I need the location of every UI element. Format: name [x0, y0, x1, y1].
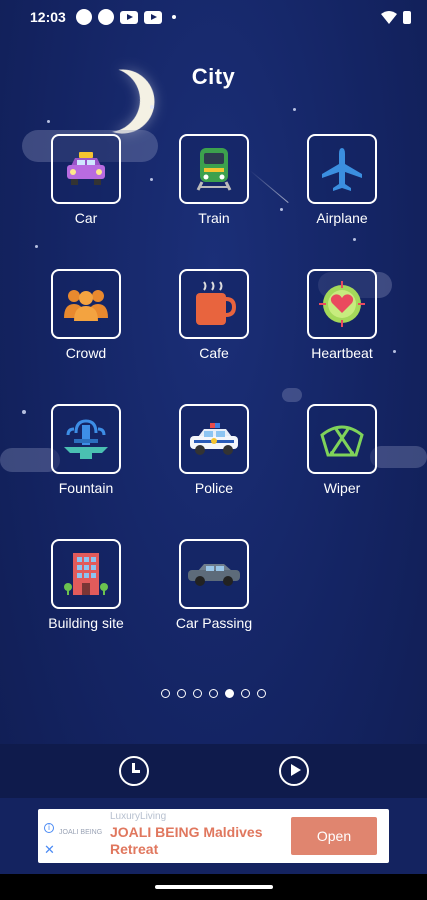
- car-passing-icon: [188, 564, 240, 586]
- sound-label-heartbeat: Heartbeat: [311, 345, 373, 361]
- sound-label-wiper: Wiper: [323, 480, 361, 496]
- bottom-control-bar: [0, 744, 427, 798]
- system-navigation-bar: [0, 874, 427, 900]
- page-dot[interactable]: [177, 689, 186, 698]
- youtube-icon: [119, 10, 138, 24]
- sound-tile-wiper[interactable]: Wiper: [287, 404, 397, 496]
- ad-banner[interactable]: i ✕ JOALI BEING LuxuryLiving JOALI BEING…: [38, 809, 389, 863]
- page-title: City: [191, 64, 236, 89]
- sound-tile-icon-box: [51, 134, 121, 204]
- police-car-icon: [190, 423, 238, 455]
- sound-label-train: Train: [198, 210, 230, 226]
- ad-open-button[interactable]: Open: [291, 817, 377, 855]
- circle-notification-icon: [75, 9, 92, 25]
- building-icon: [64, 553, 108, 595]
- sound-label-car-passing: Car Passing: [175, 615, 253, 631]
- play-icon[interactable]: [279, 756, 309, 786]
- airplane-icon: [322, 148, 362, 191]
- sound-label-airplane: Airplane: [316, 210, 368, 226]
- page-dot-active[interactable]: [225, 689, 234, 698]
- sound-tile-building-site[interactable]: Building site: [31, 539, 141, 631]
- heartbeat-icon: [319, 281, 365, 327]
- sound-tile-car[interactable]: Car: [31, 134, 141, 226]
- sound-label-building-site: Building site: [48, 615, 124, 631]
- sound-tile-icon-box: [51, 404, 121, 474]
- star-decoration: [150, 105, 154, 109]
- star-decoration: [150, 178, 153, 181]
- info-icon[interactable]: i: [44, 823, 54, 833]
- star-decoration: [22, 410, 26, 414]
- status-bar: 12:03: [0, 0, 427, 34]
- sound-tile-police[interactable]: Police: [159, 404, 269, 496]
- star-decoration: [353, 238, 356, 241]
- page-dot[interactable]: [193, 689, 202, 698]
- sound-tile-icon-box: [51, 269, 121, 339]
- taxi-car-icon: [67, 152, 105, 185]
- sound-tile-airplane[interactable]: Airplane: [287, 134, 397, 226]
- battery-icon: [403, 10, 411, 24]
- fountain-icon: [64, 419, 108, 459]
- sound-label-crowd: Crowd: [65, 345, 107, 361]
- sound-tile-icon-box: [179, 134, 249, 204]
- sound-tile-fountain[interactable]: Fountain: [31, 404, 141, 496]
- star-decoration: [280, 208, 283, 211]
- sound-tile-car-passing[interactable]: Car Passing: [159, 539, 269, 631]
- sound-tile-train[interactable]: Train: [159, 134, 269, 226]
- app-screen: 12:03 City Car Train Airplane Crowd Cafe…: [0, 0, 427, 900]
- youtube-icon: [143, 10, 162, 24]
- windshield-wiper-icon: [320, 425, 364, 457]
- sound-tile-icon-box: [51, 539, 121, 609]
- ad-area: i ✕ JOALI BEING LuxuryLiving JOALI BEING…: [0, 798, 427, 874]
- ad-title[interactable]: JOALI BEING Maldives Retreat: [110, 824, 310, 858]
- sound-tile-icon-box: [307, 134, 377, 204]
- home-gesture-pill[interactable]: [155, 885, 273, 889]
- sound-tile-icon-box: [307, 269, 377, 339]
- sound-label-police: Police: [194, 480, 234, 496]
- page-dot[interactable]: [161, 689, 170, 698]
- page-dot[interactable]: [209, 689, 218, 698]
- sound-tile-icon-box: [179, 539, 249, 609]
- clock-icon[interactable]: [119, 756, 149, 786]
- sound-label-fountain: Fountain: [58, 480, 114, 496]
- train-icon: [196, 148, 232, 191]
- ad-source: LuxuryLiving: [110, 811, 167, 822]
- sound-tile-icon-box: [307, 404, 377, 474]
- page-dot[interactable]: [241, 689, 250, 698]
- wifi-icon: [381, 10, 397, 24]
- cloud-decoration: [282, 388, 302, 402]
- sound-tile-heartbeat[interactable]: Heartbeat: [287, 269, 397, 361]
- star-decoration: [47, 120, 50, 123]
- page-dot[interactable]: [257, 689, 266, 698]
- star-decoration: [35, 245, 38, 248]
- sound-tile-icon-box: [179, 269, 249, 339]
- close-icon[interactable]: ✕: [44, 843, 55, 856]
- status-time: 12:03: [30, 9, 66, 25]
- sound-label-car: Car: [74, 210, 98, 226]
- crowd-icon: [64, 290, 108, 321]
- circle-notification-icon: [97, 9, 114, 25]
- ad-brand: JOALI BEING: [59, 829, 103, 836]
- dot-icon: [171, 15, 176, 19]
- page-indicator: [0, 689, 427, 698]
- sound-label-cafe: Cafe: [199, 345, 229, 361]
- status-right: [381, 10, 411, 24]
- star-decoration: [293, 108, 296, 111]
- sound-tile-cafe[interactable]: Cafe: [159, 269, 269, 361]
- sound-tile-icon-box: [179, 404, 249, 474]
- coffee-mug-icon: [196, 281, 236, 325]
- sound-tile-crowd[interactable]: Crowd: [31, 269, 141, 361]
